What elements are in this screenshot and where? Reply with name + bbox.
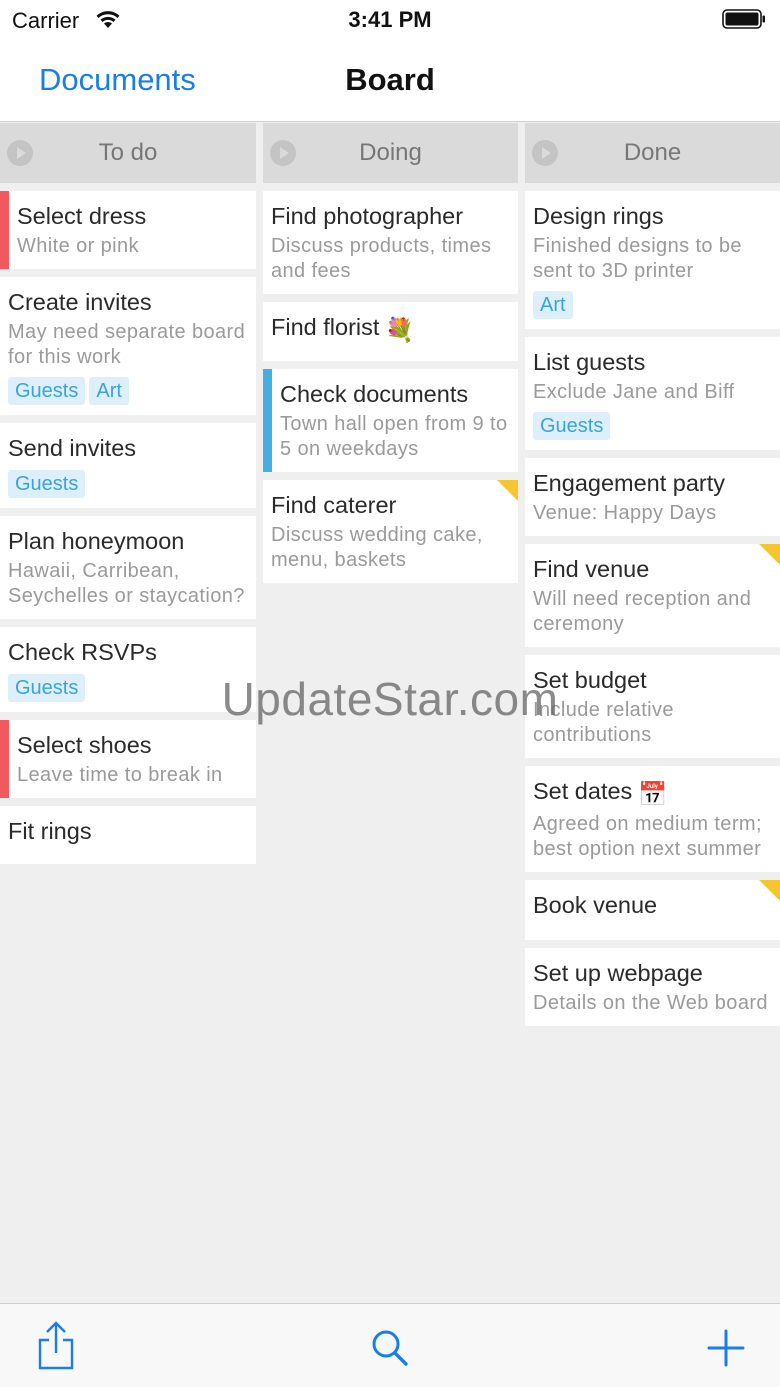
card[interactable]: Plan honeymoon Hawaii, Carribean, Seyche… bbox=[0, 516, 256, 619]
card-description: Leave time to break in bbox=[17, 764, 223, 786]
flag-corner-icon bbox=[497, 480, 518, 501]
column-todo: To do Select dress White or pink Create … bbox=[0, 123, 256, 872]
card-title: Design rings bbox=[533, 203, 664, 229]
column-header: Doing bbox=[263, 123, 518, 183]
card-title: List guests bbox=[533, 349, 646, 375]
card[interactable]: Find caterer Discuss wedding cake, menu,… bbox=[263, 480, 518, 583]
card-title: Find caterer bbox=[271, 492, 397, 518]
card[interactable]: Select shoes Leave time to break in bbox=[0, 720, 256, 798]
tag: Guests bbox=[533, 412, 611, 440]
card-title: Plan honeymoon bbox=[8, 528, 185, 554]
column-title: Done bbox=[623, 139, 682, 166]
tag: Art bbox=[89, 377, 129, 405]
card-title: Set dates 📅 bbox=[533, 776, 772, 809]
card[interactable]: Fit rings bbox=[0, 806, 256, 864]
card[interactable]: Set dates 📅 Agreed on medium term; best o… bbox=[525, 766, 780, 872]
card[interactable]: Check RSVPs Guests bbox=[0, 627, 256, 712]
card-title-text: Set dates bbox=[533, 778, 633, 804]
card-title: Book venue bbox=[533, 892, 658, 918]
add-icon[interactable] bbox=[704, 1326, 748, 1370]
card[interactable]: Book venue bbox=[525, 880, 780, 940]
bottom-toolbar bbox=[0, 1303, 780, 1387]
share-icon[interactable] bbox=[34, 1320, 78, 1372]
card[interactable]: Design rings Finished designs to be sent… bbox=[525, 191, 780, 329]
status-bar: Carrier 3:41 PM bbox=[0, 0, 780, 40]
card-title: Set up webpage bbox=[533, 960, 703, 986]
column-doing: Doing Find photographer Discuss products… bbox=[263, 123, 518, 591]
flag-corner-icon bbox=[759, 544, 780, 565]
card-description: Agreed on medium term; best option next … bbox=[533, 813, 762, 860]
card-description: May need separate board for this work bbox=[8, 321, 246, 368]
card-title: Send invites bbox=[8, 435, 137, 461]
clock: 3:41 PM bbox=[348, 7, 432, 32]
card-description: Include relative contributions bbox=[533, 699, 674, 746]
card-title: Check documents bbox=[280, 381, 469, 407]
card[interactable]: Send invites Guests bbox=[0, 423, 256, 508]
card[interactable]: Check documents Town hall open from 9 to… bbox=[263, 369, 518, 472]
card-title: Find photographer bbox=[271, 203, 464, 229]
card-title: Check RSVPs bbox=[8, 639, 157, 665]
card[interactable]: Create invites May need separate board f… bbox=[0, 277, 256, 415]
card-title: Find florist 💐 bbox=[271, 312, 510, 345]
card-description: Hawaii, Carribean, Seychelles or staycat… bbox=[8, 560, 245, 607]
column-title: Doing bbox=[359, 139, 422, 166]
tag: Guests bbox=[8, 674, 86, 702]
card-description: Venue: Happy Days bbox=[533, 502, 717, 524]
card-title: Find venue bbox=[533, 556, 650, 582]
search-icon[interactable] bbox=[368, 1326, 412, 1370]
card[interactable]: Select dress White or pink bbox=[0, 191, 256, 269]
card-description: White or pink bbox=[17, 235, 139, 257]
card-description: Discuss wedding cake, menu, baskets bbox=[271, 524, 483, 571]
card-title: Fit rings bbox=[8, 818, 92, 844]
column-header: Done bbox=[525, 123, 780, 183]
card-description: Town hall open from 9 to 5 on weekdays bbox=[280, 413, 508, 460]
battery-icon bbox=[722, 9, 765, 29]
card[interactable]: Set budget Include relative contribution… bbox=[525, 655, 780, 758]
card[interactable]: Find florist 💐 bbox=[263, 302, 518, 361]
card-title: Engagement party bbox=[533, 470, 726, 496]
card[interactable]: Find photographer Discuss products, time… bbox=[263, 191, 518, 294]
card-description: Will need reception and ceremony bbox=[533, 588, 752, 635]
card[interactable]: Engagement party Venue: Happy Days bbox=[525, 458, 780, 536]
tag: Guests bbox=[8, 377, 86, 405]
card-title-text: Find florist bbox=[271, 314, 380, 340]
navigation-bar: Documents Board bbox=[0, 40, 780, 122]
card-title: Set budget bbox=[533, 667, 647, 693]
card[interactable]: List guests Exclude Jane and Biff Guests bbox=[525, 337, 780, 450]
flower-bouquet-icon: 💐 bbox=[385, 317, 415, 343]
card[interactable]: Set up webpage Details on the Web board bbox=[525, 948, 780, 1026]
tag: Guests bbox=[8, 470, 86, 498]
column-title: To do bbox=[98, 139, 158, 166]
card-description: Discuss products, times and fees bbox=[271, 235, 492, 282]
card-title: Select dress bbox=[17, 203, 147, 229]
column-done: Done Design rings Finished designs to be… bbox=[525, 123, 780, 1034]
calendar-icon: 📅 bbox=[638, 781, 668, 807]
card-description: Exclude Jane and Biff bbox=[533, 381, 735, 403]
flag-corner-icon bbox=[759, 880, 780, 901]
kanban-board: To do Select dress White or pink Create … bbox=[0, 123, 780, 1303]
card-title: Create invites bbox=[8, 289, 152, 315]
card-title: Select shoes bbox=[17, 732, 152, 758]
back-button-documents[interactable]: Documents bbox=[39, 62, 196, 98]
card[interactable]: Find venue Will need reception and cerem… bbox=[525, 544, 780, 647]
card-description: Details on the Web board bbox=[533, 992, 768, 1014]
card-description: Finished designs to be sent to 3D printe… bbox=[533, 235, 742, 282]
column-header: To do bbox=[0, 123, 256, 183]
tag: Art bbox=[533, 291, 573, 319]
